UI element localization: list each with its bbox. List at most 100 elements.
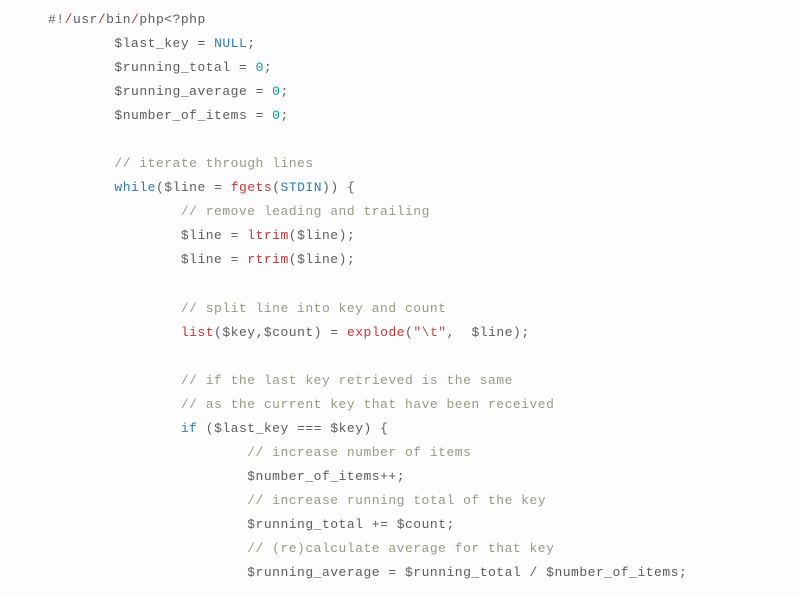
comment-inc-items: // increase number of items [247,445,471,460]
shebang-php: php [139,12,164,27]
var-number-of-items: number_of_items [256,469,381,484]
op-eq: = [222,252,247,267]
var-count: count [272,325,314,340]
op-inc: ++ [380,469,397,484]
var-line: line [305,252,338,267]
semicolon: ; [347,252,355,267]
str-tab: "\t" [413,325,446,340]
op-eq: = [206,180,231,195]
fn-explode: explode [347,325,405,340]
var-dollar: $ [397,517,405,532]
rparen: ) [339,228,347,243]
semicolon: ; [521,325,529,340]
op-eq: = [247,84,272,99]
var-number-of-items: number_of_items [123,108,248,123]
var-line: line [173,180,206,195]
var-dollar: $ [114,108,122,123]
lparen: ( [289,252,297,267]
semicolon: ; [447,517,455,532]
comma: , [447,325,472,340]
num-zero: 0 [256,60,264,75]
fn-rtrim: rtrim [247,252,289,267]
lbrace: { [339,180,356,195]
code-line: $running_average = 0; [48,84,289,99]
op-plus-eq: += [363,517,396,532]
var-dollar: $ [247,517,255,532]
comment-recalc: // (re)calculate average for that key [247,541,554,556]
var-dollar: $ [247,565,255,580]
op-div: / [521,565,546,580]
lbrace: { [372,421,389,436]
var-dollar: $ [330,421,338,436]
code-line: $number_of_items++; [48,469,405,484]
code-line: list($key,$count) = explode("\t", $line)… [48,325,530,340]
var-dollar: $ [164,180,172,195]
code-line: // iterate through lines [48,156,314,171]
shebang-usr: usr [73,12,98,27]
rparen: ) [330,180,338,195]
var-running-total: running_total [413,565,521,580]
lparen: ( [272,180,280,195]
shebang-bang: ! [56,12,64,27]
var-count: count [405,517,447,532]
comment-remove: // remove leading and trailing [181,204,430,219]
comment-if-last1: // if the last key retrieved is the same [181,373,513,388]
code-block: #!/usr/bin/php<?php $last_key = NULL; $r… [48,8,800,585]
const-null: NULL [214,36,247,51]
var-last-key: last_key [123,36,189,51]
code-line: if ($last_key === $key) { [48,421,388,436]
var-dollar: $ [114,36,122,51]
code-line: $number_of_items = 0; [48,108,289,123]
op-strict-eq: === [289,421,331,436]
var-key: key [339,421,364,436]
var-running-total: running_total [256,517,364,532]
code-line: $running_total = 0; [48,60,272,75]
comment-split: // split line into key and count [181,301,447,316]
lparen: ( [206,421,214,436]
fn-ltrim: ltrim [247,228,289,243]
comment-inc-total: // increase running total of the key [247,493,546,508]
var-number-of-items: number_of_items [554,565,679,580]
rparen: ) [364,421,372,436]
semicolon: ; [280,108,288,123]
rparen: ) [314,325,322,340]
var-line: line [189,252,222,267]
fn-fgets: fgets [231,180,273,195]
code-line: while($line = fgets(STDIN)) { [48,180,355,195]
code-line: $running_average = $running_total / $num… [48,565,687,580]
shebang-slash: / [98,12,106,27]
op-eq: = [189,36,214,51]
var-running-average: running_average [256,565,381,580]
code-line: $last_key = NULL; [48,36,256,51]
kw-if: if [181,421,198,436]
code-line: // increase number of items [48,445,471,460]
var-last-key: last_key [222,421,288,436]
kw-while: while [114,180,156,195]
code-line-blank [48,349,56,364]
semicolon: ; [347,228,355,243]
semicolon: ; [264,60,272,75]
code-line-blank [48,277,56,292]
code-line: $running_total += $count; [48,517,455,532]
code-line-blank [48,132,56,147]
lparen: ( [156,180,164,195]
php-open-tag: <?php [164,12,206,27]
var-dollar: $ [114,84,122,99]
var-line: line [480,325,513,340]
comma: , [256,325,264,340]
op-eq: = [222,228,247,243]
var-running-average: running_average [123,84,248,99]
var-dollar: $ [222,325,230,340]
code-line: $line = ltrim($line); [48,228,355,243]
op-eq: = [231,60,256,75]
var-line: line [189,228,222,243]
shebang-slash: / [65,12,73,27]
var-dollar: $ [181,228,189,243]
var-running-total: running_total [123,60,231,75]
op-eq: = [247,108,272,123]
const-stdin: STDIN [281,180,323,195]
semicolon: ; [280,84,288,99]
kw-list: list [181,325,214,340]
code-line: // split line into key and count [48,301,446,316]
code-line: // as the current key that have been rec… [48,397,554,412]
